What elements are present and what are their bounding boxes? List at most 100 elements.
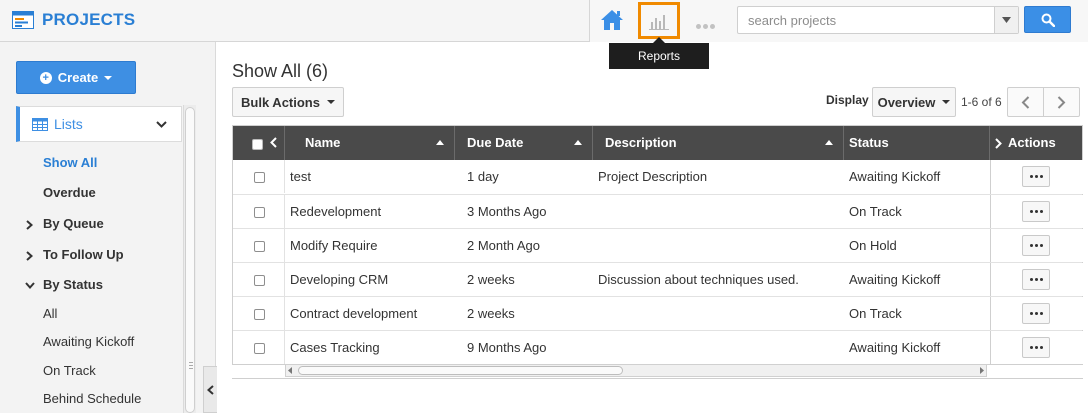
chevron-down-icon [25,282,35,289]
chevron-left-icon [1021,96,1030,109]
sidebar-item-on-track[interactable]: On Track [0,359,182,383]
bulk-actions-label: Bulk Actions [241,94,320,110]
caret-down-icon [326,100,335,104]
cell-due-date: 2 Month Ago [467,238,540,253]
sort-asc-icon [574,140,582,145]
page-title: Show All (6) [232,61,329,81]
projects-table: Name Due Date Description Status Actions… [232,125,1083,365]
create-button[interactable]: + Create [16,61,136,94]
divider [232,378,1083,379]
select-all-checkbox[interactable] [252,139,263,150]
reports-tooltip: Reports [609,37,709,69]
sidebar-scrollbar[interactable] [183,105,196,413]
table-horizontal-scrollbar[interactable] [285,364,987,377]
app-title: PROJECTS [12,9,135,31]
scroll-right-icon[interactable] [979,367,984,374]
column-header-description[interactable]: Description [593,126,844,160]
table-row: Contract development 2 weeks On Track [233,296,1083,330]
search-button[interactable] [1024,6,1071,33]
reports-button[interactable] [638,2,680,39]
row-more-actions-button[interactable] [1022,337,1050,358]
select-all-cell [233,126,285,160]
sidebar-item-show-all[interactable]: Show All [0,151,182,175]
table-header: Name Due Date Description Status Actions [233,126,1082,160]
scrollbar-thumb[interactable] [185,107,195,413]
sidebar-item-awaiting-kickoff[interactable]: Awaiting Kickoff [0,330,182,354]
chevron-down-icon [156,121,167,128]
sidebar-item-label: By Queue [43,216,104,231]
previous-page-button[interactable] [1007,87,1044,117]
row-checkbox[interactable] [254,172,265,183]
cell-due-date: 1 day [467,169,499,184]
sidebar-item-by-queue[interactable]: By Queue [0,212,182,236]
cell-due-date: 9 Months Ago [467,340,547,355]
cell-status: On Track [849,204,902,219]
table-icon [32,117,48,131]
cell-name[interactable]: Cases Tracking [290,331,380,364]
sidebar-item-by-status[interactable]: By Status [0,273,182,297]
column-header-due-date[interactable]: Due Date [455,126,593,160]
column-header-actions: Actions [990,126,1083,160]
display-select[interactable]: Overview [872,87,956,117]
sidebar-item-all[interactable]: All [0,302,182,326]
scrollbar-thumb[interactable] [298,366,623,375]
column-header-name[interactable]: Name [285,126,455,160]
cell-name[interactable]: test [290,160,311,193]
table-row: Redevelopment 3 Months Ago On Track [233,194,1083,228]
row-more-actions-button[interactable] [1022,166,1050,187]
row-more-actions-button[interactable] [1022,235,1050,256]
cell-status: On Track [849,306,902,321]
lists-section-header[interactable]: Lists [16,106,182,142]
row-checkbox[interactable] [254,207,265,218]
search-input[interactable] [738,7,988,33]
scroll-left-icon[interactable] [288,367,293,374]
cell-status: Awaiting Kickoff [849,340,941,355]
search-icon [1041,13,1055,27]
cell-status: Awaiting Kickoff [849,272,941,287]
home-button[interactable] [599,7,625,33]
sidebar-item-behind-schedule[interactable]: Behind Schedule [0,387,182,411]
table-row: Developing CRM 2 weeks Discussion about … [233,262,1083,296]
chevron-right-icon [26,220,33,230]
chevron-left-icon[interactable] [270,137,277,148]
row-more-actions-button[interactable] [1022,269,1050,290]
row-more-actions-button[interactable] [1022,303,1050,324]
topbar-tools [589,0,1088,42]
next-page-button[interactable] [1043,87,1080,117]
search-box [737,6,1019,34]
row-more-actions-button[interactable] [1022,201,1050,222]
table-row: Cases Tracking 9 Months Ago Awaiting Kic… [233,330,1083,364]
cell-status: Awaiting Kickoff [849,169,941,184]
caret-down-icon [942,100,951,104]
cell-due-date: 2 weeks [467,306,515,321]
home-icon [601,10,623,30]
more-apps-button[interactable] [696,17,718,29]
sidebar: + Create Lists Show All Overdue By Queue… [0,42,216,413]
sidebar-item-overdue[interactable]: Overdue [0,181,182,205]
row-checkbox[interactable] [254,275,265,286]
row-checkbox[interactable] [254,241,265,252]
app-name: PROJECTS [42,10,136,29]
top-bar: PROJECTS [0,0,1088,42]
sort-asc-icon [436,140,444,145]
row-checkbox[interactable] [254,309,265,320]
cell-name[interactable]: Contract development [290,297,417,330]
pager-range: 1-6 of 6 [961,95,1002,109]
row-checkbox[interactable] [254,343,265,354]
sidebar-item-label: By Status [43,277,103,292]
column-header-status[interactable]: Status [844,126,990,160]
cell-name[interactable]: Modify Require [290,229,377,262]
cell-name[interactable]: Developing CRM [290,263,388,296]
bulk-actions-button[interactable]: Bulk Actions [232,87,344,117]
chevron-right-icon[interactable] [995,138,1002,149]
sidebar-item-label: To Follow Up [43,247,124,262]
table-row: test 1 day Project Description Awaiting … [233,160,1083,194]
search-dropdown-button[interactable] [994,7,1018,33]
bar-chart-icon [649,15,669,30]
create-label: Create [57,70,99,85]
collapse-sidebar-button[interactable] [203,366,217,413]
display-label: Display [826,93,869,107]
sidebar-item-to-follow-up[interactable]: To Follow Up [0,243,182,267]
cell-description: Project Description [598,169,708,184]
cell-name[interactable]: Redevelopment [290,195,381,228]
